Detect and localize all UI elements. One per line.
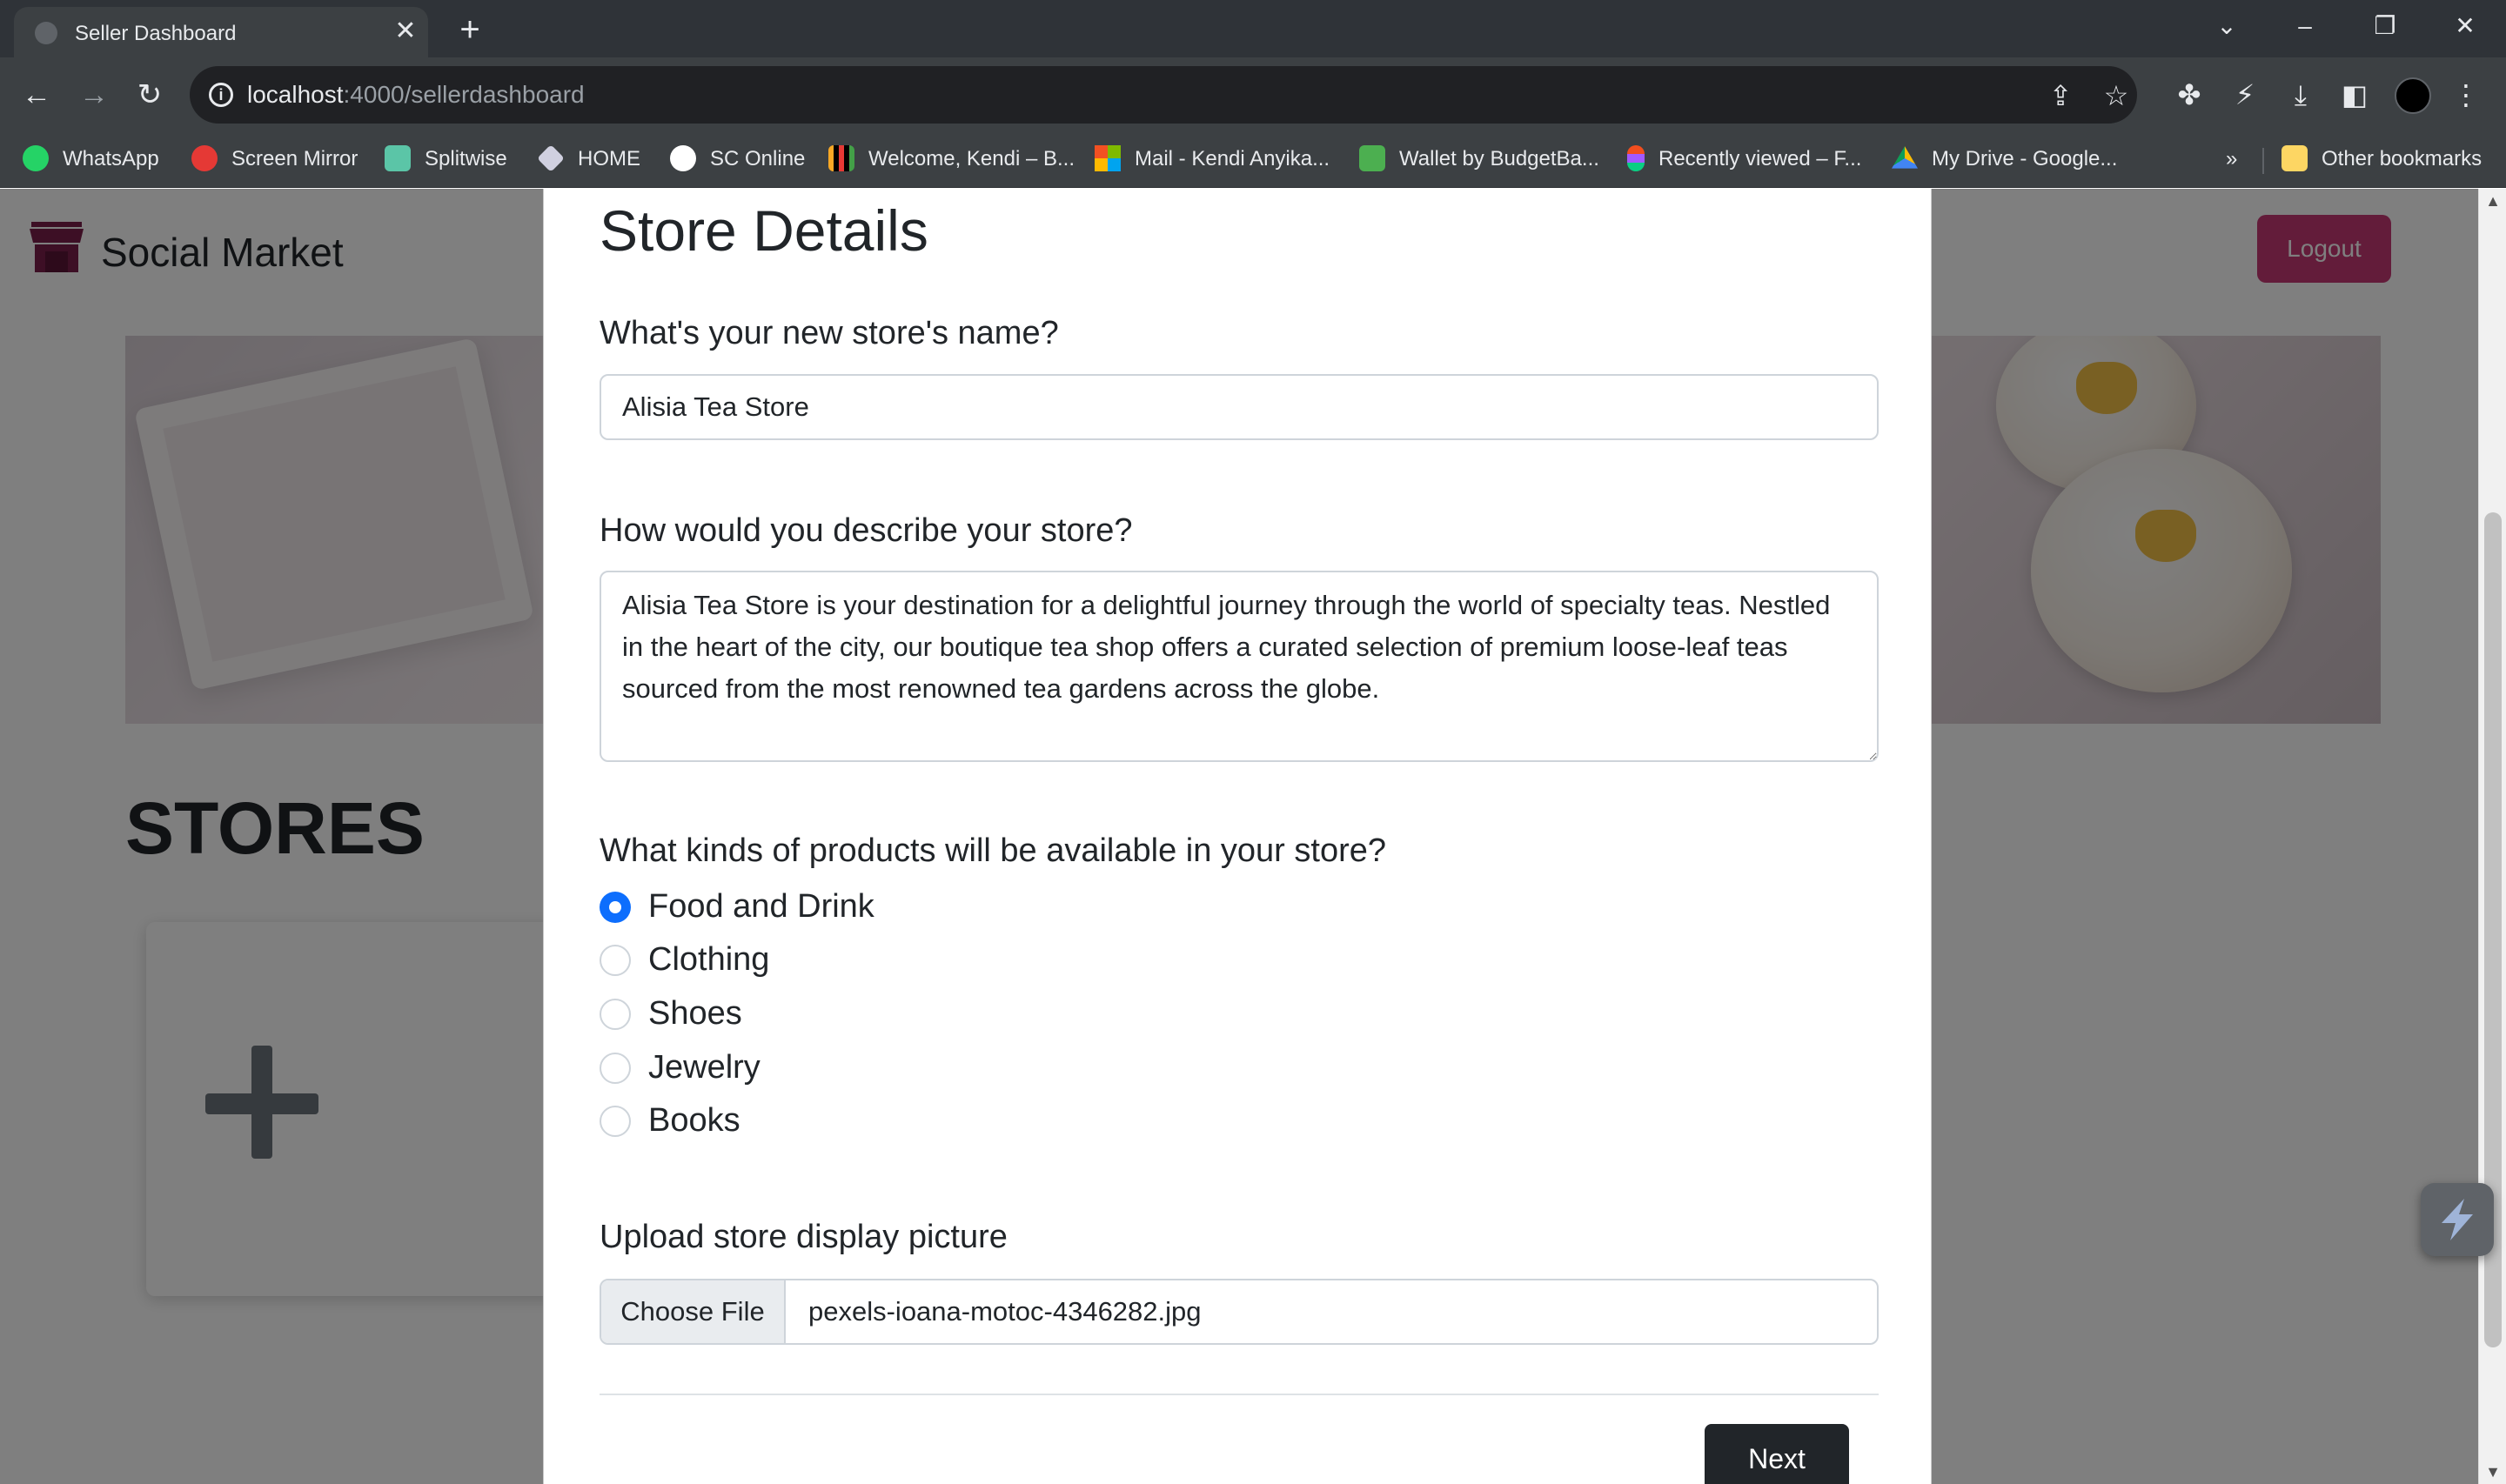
globe-icon	[670, 144, 696, 171]
wallet-icon	[1359, 144, 1385, 171]
forward-icon[interactable]: →	[75, 76, 113, 114]
tab-title: Seller Dashboard	[75, 22, 237, 45]
radio-label: Books	[648, 1102, 740, 1139]
globe-icon	[35, 22, 57, 44]
new-tab-icon[interactable]: +	[451, 10, 489, 49]
radio-button[interactable]	[600, 945, 631, 976]
other-bookmarks[interactable]: Other bookmarks	[2282, 144, 2482, 174]
site-info-icon[interactable]: i	[209, 83, 233, 107]
choose-file-button[interactable]: Choose File	[601, 1280, 786, 1343]
browser-tab-active[interactable]: Seller Dashboard ✕	[14, 7, 428, 57]
bookmark-whatsapp[interactable]: WhatsApp	[23, 144, 159, 174]
next-button[interactable]: Next	[1705, 1424, 1849, 1484]
bookmark-welcome-kendi[interactable]: Welcome, Kendi – B...	[828, 144, 1075, 174]
upload-picture-label: Upload store display picture	[600, 1219, 1008, 1255]
profile-avatar[interactable]	[2395, 77, 2431, 114]
bookmark-home[interactable]: HOME	[537, 144, 640, 174]
screen-mirror-icon	[191, 144, 218, 171]
folder-icon	[2282, 144, 2308, 171]
store-details-modal: Store Details What's your new store's na…	[543, 189, 1932, 1484]
store-picture-file-input[interactable]: Choose File pexels-ioana-motoc-4346282.j…	[600, 1279, 1879, 1345]
reload-icon[interactable]: ↻	[131, 76, 169, 114]
menu-kebab-icon[interactable]: ⋮	[2447, 76, 2485, 114]
back-icon[interactable]: ←	[17, 76, 56, 114]
bookmarks-bar: WhatsApp Screen Mirror Splitwise HOME SC…	[0, 132, 2506, 188]
extensions-icon[interactable]: ✤	[2170, 76, 2208, 114]
bookmark-figma[interactable]: Recently viewed – F...	[1627, 144, 1861, 174]
splitwise-icon	[385, 144, 411, 171]
bookmark-sc-online[interactable]: SC Online	[670, 144, 805, 174]
address-bar[interactable]: i localhost:4000/sellerdashboard ⇪ ☆	[190, 66, 2137, 124]
scroll-up-arrow-icon[interactable]: ▲	[2479, 189, 2506, 213]
store-name-input[interactable]	[600, 374, 1879, 440]
bookmark-wallet[interactable]: Wallet by BudgetBa...	[1359, 144, 1599, 174]
microsoft-icon	[1095, 144, 1121, 171]
radio-label: Food and Drink	[648, 888, 874, 925]
bookmarks-divider	[2262, 148, 2264, 174]
bookmark-mail[interactable]: Mail - Kendi Anyika...	[1095, 144, 1330, 174]
store-description-label: How would you describe your store?	[600, 512, 1133, 549]
bookmarks-overflow-icon[interactable]: »	[2226, 144, 2237, 174]
page-scrollbar[interactable]: ▲ ▼	[2478, 189, 2506, 1484]
close-tab-icon[interactable]: ✕	[390, 16, 421, 47]
bookmark-my-drive[interactable]: My Drive - Google...	[1892, 144, 2117, 174]
bar-chart-icon	[828, 144, 854, 171]
close-window-icon[interactable]: ✕	[2443, 9, 2487, 43]
radio-button[interactable]	[600, 1053, 631, 1084]
restore-icon[interactable]: ❐	[2363, 9, 2407, 43]
google-drive-icon	[1892, 146, 1918, 169]
side-panel-icon[interactable]: ◧	[2335, 76, 2374, 114]
home-bookmark-icon	[537, 144, 565, 172]
store-name-label: What's your new store's name?	[600, 315, 1059, 351]
scroll-down-arrow-icon[interactable]: ▼	[2479, 1460, 2506, 1484]
url-text[interactable]: localhost:4000/sellerdashboard	[247, 81, 585, 109]
selected-file-name: pexels-ioana-motoc-4346282.jpg	[808, 1296, 1202, 1327]
bookmark-splitwise[interactable]: Splitwise	[385, 144, 507, 174]
browser-toolbar: ← → ↻ i localhost:4000/sellerdashboard ⇪…	[0, 57, 2506, 132]
share-icon[interactable]: ⇪	[2043, 78, 2078, 113]
figma-icon	[1627, 144, 1645, 171]
whatsapp-icon	[23, 144, 49, 171]
radio-button[interactable]	[600, 892, 631, 923]
download-icon[interactable]: ⤓	[2282, 76, 2320, 114]
radio-label: Shoes	[648, 995, 742, 1032]
extension-bolt-icon[interactable]: ⚡	[2226, 76, 2264, 114]
product-types-label: What kinds of products will be available…	[600, 832, 1387, 869]
radio-button[interactable]	[600, 999, 631, 1030]
store-description-textarea[interactable]: Alisia Tea Store is your destination for…	[600, 571, 1879, 762]
modal-title: Store Details	[600, 198, 928, 263]
floating-extension-button[interactable]	[2421, 1183, 2494, 1256]
lightning-icon	[2442, 1199, 2473, 1240]
bookmark-star-icon[interactable]: ☆	[2099, 78, 2134, 113]
modal-footer-divider	[600, 1394, 1879, 1395]
minimize-icon[interactable]: –	[2283, 9, 2327, 43]
browser-titlebar: Seller Dashboard ✕ + ⌄ – ❐ ✕	[0, 0, 2506, 57]
radio-button[interactable]	[600, 1106, 631, 1137]
radio-label: Clothing	[648, 941, 770, 978]
tab-search-chevron-icon[interactable]: ⌄	[2205, 9, 2248, 43]
bookmark-screen-mirror[interactable]: Screen Mirror	[191, 144, 358, 174]
radio-label: Jewelry	[648, 1049, 761, 1086]
